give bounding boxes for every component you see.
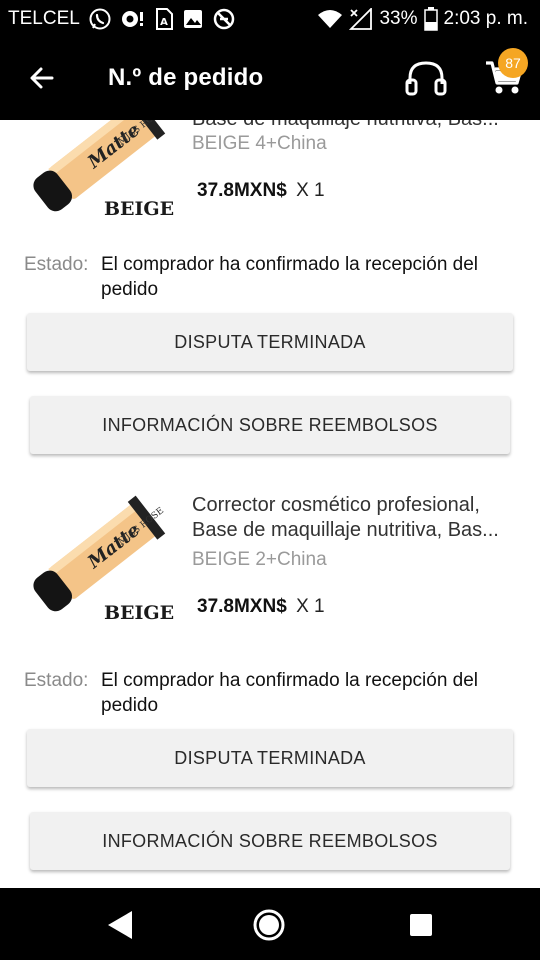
- shade-label: BEIGE 4: [104, 198, 176, 220]
- wifi-icon: [317, 9, 343, 29]
- whatsapp-icon: [88, 7, 112, 31]
- recents-square-icon: [410, 914, 432, 936]
- product-image[interactable]: Matte MISS ROSE BEIGE 2: [24, 488, 194, 630]
- order-content: Matte MISS ROSE BEIGE 4 Base de maquilla…: [0, 120, 540, 888]
- image-icon: [182, 8, 204, 30]
- product-price: 37.8MXN$: [197, 180, 287, 201]
- app-bar: N.º de pedido 87: [0, 38, 540, 120]
- carrier-name: TELCEL: [8, 8, 80, 29]
- price-row: 37.8MXN$ X 1: [197, 180, 325, 202]
- product-title-line: Base de maquillaje nutritiva, Bas...: [192, 519, 499, 541]
- product-image[interactable]: Matte MISS ROSE BEIGE 4: [24, 120, 194, 232]
- status-value: El comprador ha confirmado la recepción …: [101, 254, 479, 300]
- status-left: TELCEL A: [8, 0, 236, 38]
- system-nav-bar: [0, 888, 540, 960]
- sim-icon: A: [154, 7, 174, 31]
- concealer-tube-image: Matte MISS ROSE BEIGE 2: [33, 495, 194, 624]
- refund-info-button[interactable]: INFORMACIÓN SOBRE REEMBOLSOS: [30, 396, 510, 454]
- clock: 2:03 p. m.: [443, 8, 529, 29]
- product-quantity: X 1: [296, 180, 325, 201]
- back-arrow-icon: [30, 67, 54, 89]
- status-label: Estado:: [24, 254, 89, 275]
- notification-icon: [120, 8, 146, 30]
- shade-label: BEIGE 2: [104, 602, 176, 624]
- svg-text:A: A: [160, 17, 168, 28]
- nav-home-button[interactable]: [252, 908, 286, 942]
- product-title[interactable]: Corrector cosmético profesional, Base de…: [192, 493, 522, 543]
- refund-info-button[interactable]: INFORMACIÓN SOBRE REEMBOLSOS: [30, 812, 510, 870]
- product-title-line: Base de maquillaje nutritiva, Bas...: [192, 120, 522, 132]
- page-title: N.º de pedido: [108, 64, 264, 91]
- nav-back-button[interactable]: [104, 908, 138, 942]
- headset-icon: [405, 61, 447, 96]
- cart-count-badge: 87: [498, 48, 528, 78]
- price-row: 37.8MXN$ X 1: [197, 596, 325, 618]
- vpn-icon: [212, 7, 236, 31]
- status-label: Estado:: [24, 670, 89, 691]
- status-bar: TELCEL A 33% 2:03 p. m.: [0, 0, 540, 38]
- battery-icon: [423, 7, 438, 31]
- nav-recents-button[interactable]: [406, 910, 436, 940]
- product-variant: BEIGE 2+China: [192, 549, 327, 570]
- dispute-finished-button[interactable]: DISPUTA TERMINADA: [27, 729, 513, 787]
- product-title[interactable]: Base de maquillaje nutritiva, Bas...: [192, 120, 522, 132]
- back-triangle-icon: [108, 911, 132, 939]
- back-button[interactable]: [24, 60, 60, 96]
- signal-icon: [349, 8, 373, 30]
- support-button[interactable]: [404, 58, 448, 98]
- home-circle-icon: [253, 909, 285, 941]
- product-variant: BEIGE 4+China: [192, 133, 327, 154]
- status-value: El comprador ha confirmado la recepción …: [101, 670, 479, 716]
- status-right: 33% 2:03 p. m.: [317, 0, 528, 38]
- battery-percent: 33%: [379, 8, 418, 29]
- product-quantity: X 1: [296, 596, 325, 617]
- dispute-finished-button[interactable]: DISPUTA TERMINADA: [27, 313, 513, 371]
- product-price: 37.8MXN$: [197, 596, 287, 617]
- product-title-line: Corrector cosmético profesional,: [192, 494, 480, 516]
- concealer-tube-image: Matte MISS ROSE BEIGE 4: [33, 120, 194, 220]
